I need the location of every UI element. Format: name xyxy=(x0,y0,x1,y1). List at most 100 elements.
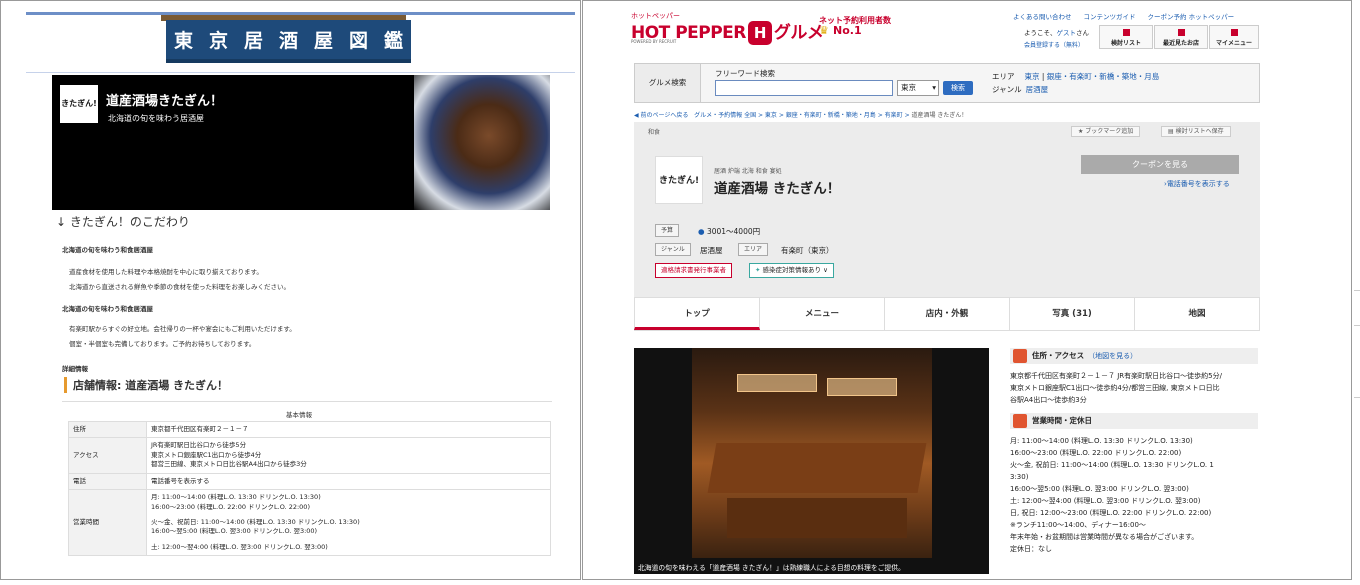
basic-info-table: 住所 東京都千代田区有楽町２－１－７ アクセス JR有楽町駅日比谷口から徒歩5分 東京… xyxy=(68,420,551,557)
interior-image xyxy=(692,348,932,558)
noren-char: 酒 xyxy=(271,20,306,63)
table-row: 電話 電話番号を表示する xyxy=(68,472,551,491)
breadcrumb: ◀ 前のページへ戻る グルメ・予約情報 全国 > 東京 > 銀座・有楽町・新橋・… xyxy=(634,112,968,119)
clock-icon: ● xyxy=(698,227,705,236)
coupon-button[interactable]: クーポンを見る xyxy=(1081,155,1239,174)
noren-char: 図 xyxy=(341,20,376,63)
map-link[interactable]: （地図を見る） xyxy=(1088,352,1137,360)
my-menu-button[interactable]: マイメニュー xyxy=(1209,25,1259,49)
content-guide-link[interactable]: コンテンツガイド xyxy=(1084,13,1136,21)
prefecture-select[interactable]: 東京 ▾ xyxy=(897,80,939,96)
tab-photos[interactable]: 写真 (31) xyxy=(1010,297,1135,330)
tab-map[interactable]: 地図 xyxy=(1135,297,1260,330)
lamp-shape xyxy=(827,378,897,396)
detail-label: 詳細情報 xyxy=(62,365,88,373)
hotpepper-icon: H xyxy=(747,21,772,45)
tab-menu[interactable]: メニュー xyxy=(760,297,885,330)
chevron-down-icon: ▾ xyxy=(932,83,936,92)
tab-interior[interactable]: 店内・外観 xyxy=(885,297,1010,330)
tab-top[interactable]: トップ xyxy=(634,297,760,330)
table-shape xyxy=(707,443,927,493)
search-label: グルメ検索 xyxy=(635,64,701,102)
breadcrumb-item[interactable]: グルメ・予約情報 全国 xyxy=(694,112,756,119)
noren-char: 居 xyxy=(236,20,271,63)
bookmark-button[interactable]: ★ ブックマーク追加 xyxy=(1071,126,1141,137)
hero-title: 道産酒場きたぎん！ xyxy=(106,94,224,109)
table-value: JR有楽町駅日比谷口から徒歩5分 東京メトロ銀座駅C1出口から徒歩4分 都営三田線、… xyxy=(146,437,551,474)
shop-name: 道産酒場 きたぎん！ xyxy=(714,181,841,197)
breadcrumb-item[interactable]: 銀座・有楽町・新橋・築地・月島 xyxy=(786,112,876,119)
noren-char: 東 xyxy=(166,20,201,63)
budget-value: ● 3001〜4000円 xyxy=(698,227,761,236)
edge-mark xyxy=(1354,397,1360,398)
hero-banner: きたぎん! 道産酒場きたぎん！ 北海道の旬を味わう居酒屋 xyxy=(52,75,550,210)
area-link[interactable]: 銀座・有楽町・新橋・築地・月島 xyxy=(1047,72,1160,81)
save-list-button[interactable]: ▤ 検討リストへ保存 xyxy=(1161,126,1231,137)
area-value: 有楽町（東京） xyxy=(781,246,834,255)
paragraph-line: 個室・半個室も完備しております。ご予約お待ちしております。 xyxy=(69,340,256,348)
shop-subtitle: 居酒 炉端 北海 和食 宴処 xyxy=(714,168,782,175)
table-key: 電話 xyxy=(68,472,147,491)
access-heading: 住所・アクセス （地図を見る） xyxy=(1010,348,1258,364)
paragraph-line: 道産食材を使用した料理や本格焼酎を中心に取り揃えております。 xyxy=(69,268,263,276)
no1-badge: No.1 xyxy=(833,24,862,37)
access-text: 東京都千代田区有楽町２－１－７ JR有楽町駅日比谷口〜徒歩約5分/ 東京メトロ銀… xyxy=(1010,372,1222,404)
top-links: よくある問い合わせ コンテンツガイド クーポン予約 ホットペッパー xyxy=(1013,11,1246,21)
shop-info-title: 店舗情報: 道産酒場 きたぎん！ xyxy=(64,377,228,393)
divider xyxy=(62,401,552,402)
paragraph-heading: 北海道の旬を味わう和食居酒屋 xyxy=(62,246,153,254)
wishlist-button[interactable]: 検討リスト xyxy=(1099,25,1153,49)
gourmet-search: グルメ検索 フリーワード検索 東京 ▾ 検索 エリア 東京 | 銀座・有楽町・新橋・… xyxy=(634,63,1260,103)
genre-row: ジャンル 居酒屋 xyxy=(992,85,1049,94)
search-button[interactable]: 検索 xyxy=(943,81,973,95)
category-tag: 和食 xyxy=(648,129,661,136)
noren-char: 京 xyxy=(201,20,236,63)
down-arrow-icon: ↓ xyxy=(56,215,70,229)
table-value: 月: 11:00〜14:00 (料理L.O. 13:30 ドリンクL.O. 13… xyxy=(146,489,551,557)
table-key: アクセス xyxy=(68,437,147,474)
infection-info-toggle[interactable]: ✦ 感染症対策情報あり ∨ xyxy=(749,263,834,278)
logo-subtext: POWERED BY RECRUIT xyxy=(631,39,677,44)
noren-char: 屋 xyxy=(306,20,341,63)
show-phone-link[interactable]: ›電話番号を表示する xyxy=(1164,179,1230,189)
breadcrumb-current: 道産酒場 きたぎん！ xyxy=(911,112,968,119)
register-link[interactable]: 会員登録する（無料） xyxy=(1024,40,1084,49)
hours-text: 月: 11:00〜14:00 (料理L.O. 13:30 ドリンクL.O. 13… xyxy=(1010,437,1214,541)
recent-shops-button[interactable]: 最近見たお店 xyxy=(1154,25,1208,49)
freeword-input[interactable] xyxy=(715,80,893,96)
table-row: アクセス JR有楽町駅日比谷口から徒歩5分 東京メトロ銀座駅C1出口から徒歩4分 都営… xyxy=(68,437,551,474)
map-pin-icon xyxy=(1013,349,1027,363)
table-key: 住所 xyxy=(68,420,147,439)
sparkle-icon: ✦ xyxy=(755,266,761,274)
table-value: 電話番号を表示する xyxy=(146,472,551,491)
breadcrumb-item[interactable]: 有楽町 xyxy=(885,112,903,119)
paragraph-line: 有楽町駅からすぐの好立地。会社帰りの一杯や宴会にもご利用いただけます。 xyxy=(69,325,296,333)
area-row: エリア 東京 | 銀座・有楽町・新橋・築地・月島 xyxy=(992,72,1160,81)
genre-link[interactable]: 居酒屋 xyxy=(1026,85,1049,94)
greeting: ようこそ、ゲストさん xyxy=(1024,29,1089,37)
header-rule xyxy=(26,72,575,73)
area-link[interactable]: 東京 xyxy=(1025,72,1040,81)
budget-label: 予算 xyxy=(655,224,680,237)
list-icon xyxy=(1123,29,1130,36)
shop-tabs: トップ メニュー 店内・外観 写真 (31) 地図 xyxy=(634,297,1260,331)
clock-icon xyxy=(1013,414,1027,428)
faq-link[interactable]: よくある問い合わせ xyxy=(1013,13,1072,21)
chairs-shape xyxy=(727,498,907,538)
genre-value: 居酒屋 xyxy=(700,246,723,255)
table-key: 営業時間 xyxy=(68,489,147,557)
back-link[interactable]: ◀ 前のページへ戻る xyxy=(634,112,688,119)
table-caption: 基本情報 xyxy=(286,411,312,419)
coupon-link[interactable]: クーポン予約 ホットペッパー xyxy=(1148,13,1235,21)
table-row: 営業時間 月: 11:00〜14:00 (料理L.O. 13:30 ドリンクL.O… xyxy=(68,489,551,557)
hero-subtitle: 北海道の旬を味わう居酒屋 xyxy=(108,114,204,123)
edge-mark xyxy=(1354,290,1360,291)
section-heading: ↓ きたぎん！のこだわり xyxy=(56,215,190,229)
left-screenshot-pane: 東 京 居 酒 屋 図 鑑 きたぎん! 道産酒場きたぎん！ 北海道の旬を味わう居… xyxy=(0,0,581,580)
invoice-badge: 適格請求書発行事業者 xyxy=(655,263,732,278)
breadcrumb-item[interactable]: 東京 xyxy=(765,112,777,119)
right-edge-strip xyxy=(1352,0,1360,585)
freeword-label: フリーワード検索 xyxy=(715,69,775,78)
list-icon: ▤ xyxy=(1168,128,1176,135)
shop-photo[interactable]: 北海道の旬を味わえる「道産酒場 きたぎん！」は熟練職人による目想の料理をご提供。 xyxy=(634,348,989,574)
